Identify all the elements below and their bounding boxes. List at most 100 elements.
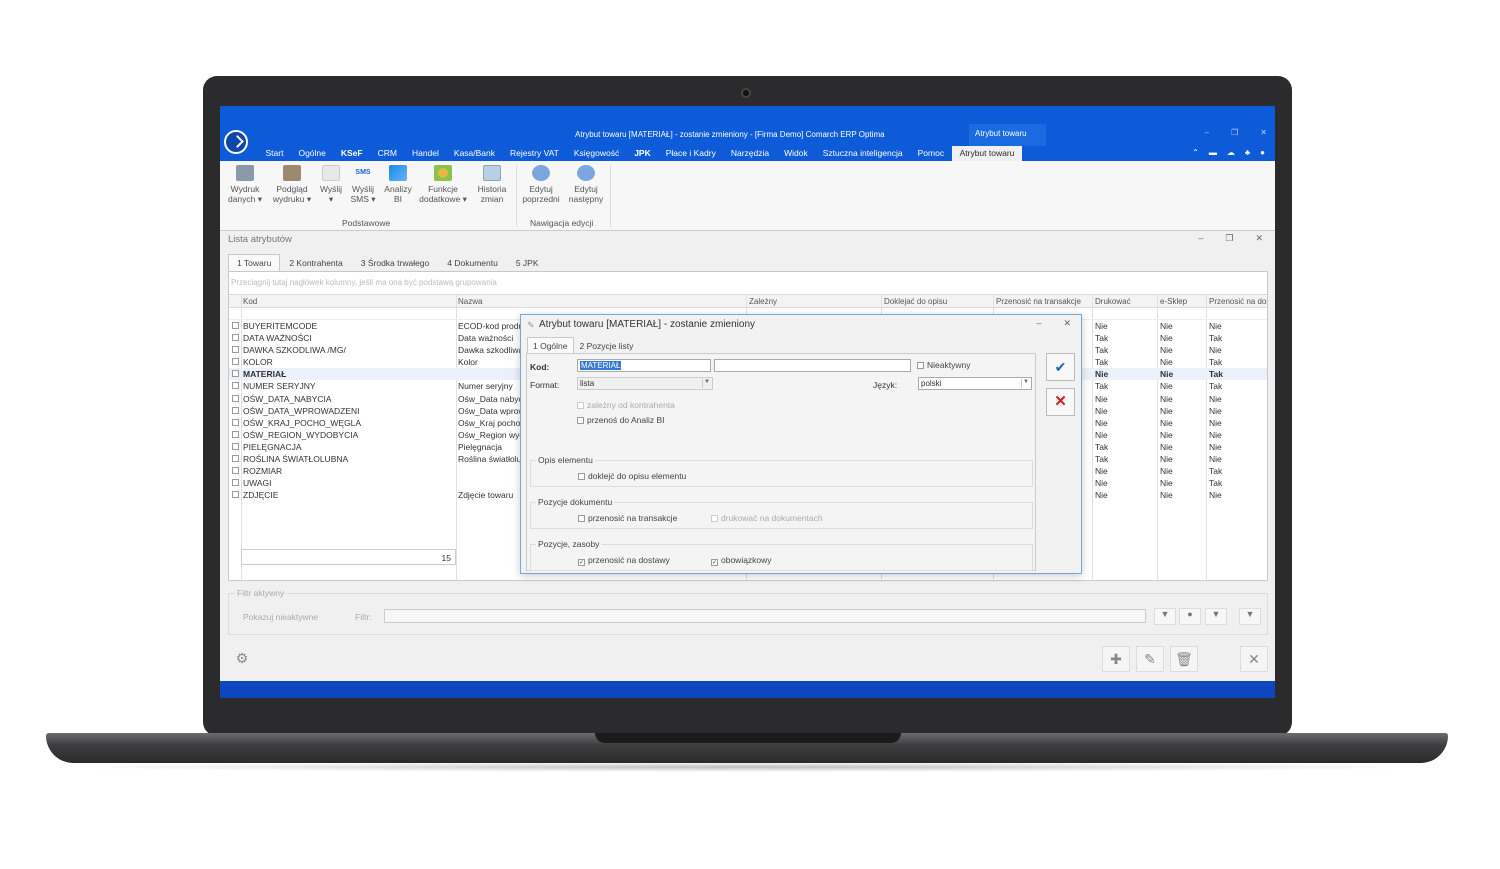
close-icon[interactable]: ✕ [1063,318,1071,329]
depends-on-contractor-checkbox[interactable]: zależny od kontrahenta [577,400,675,410]
cell-drukowac: Nie [1095,417,1108,428]
row-checkbox[interactable] [232,467,239,475]
menu-ogolne[interactable]: Ogólne [291,148,333,161]
row-checkbox[interactable] [232,455,239,463]
message-icon[interactable]: ▬ [1209,148,1217,157]
menu-pomoc[interactable]: Pomoc [910,148,951,161]
column-header-nazwa[interactable]: Nazwa [458,297,518,306]
filter-panel: Filtr aktywny Pokazuj nieaktywne Filtr: … [228,588,1268,635]
minimize-icon[interactable]: – [1205,128,1209,137]
edit-next-button[interactable]: Edytuj następny [566,165,606,204]
print-data-button[interactable]: Wydruk danych ▾ [226,165,264,204]
row-checkbox[interactable] [232,322,239,329]
restore-icon[interactable]: ❐ [1231,128,1238,137]
print-on-documents-checkbox[interactable]: drukować na dokumentach [711,513,823,523]
row-checkbox[interactable] [232,382,239,390]
show-inactive-checkbox[interactable]: Pokazuj nieaktywne [243,612,318,622]
filter-advanced-icon[interactable]: ▼ [1239,608,1261,625]
row-checkbox[interactable] [232,491,239,499]
menu-rejestry-vat[interactable]: Rejestry VAT [503,148,567,161]
edit-previous-button[interactable]: Edytuj poprzedni [520,165,562,204]
edit-button[interactable]: ✎ [1136,646,1164,672]
menu-kasa-bank[interactable]: Kasa/Bank [446,148,502,161]
row-checkbox[interactable] [232,358,239,366]
minimize-icon[interactable]: – [1036,318,1041,329]
filter-icon[interactable]: ▼ [1154,608,1176,625]
column-header-esklep[interactable]: e-Sklep [1160,297,1205,306]
add-button[interactable]: ✚ [1102,646,1130,672]
column-header-doklejac[interactable]: Doklejać do opisu [884,297,989,306]
column-header-drukowac[interactable]: Drukować [1095,297,1155,306]
close-list-button[interactable]: ✕ [1240,646,1268,672]
restore-icon[interactable]: ❐ [1225,233,1233,244]
menu-place-kadry[interactable]: Płace i Kadry [658,148,723,161]
checkbox-box [578,515,585,522]
tab-dokumentu[interactable]: 4 Dokumentu [438,254,507,272]
eraser-icon[interactable]: ● [1179,608,1201,625]
language-label: Język: [873,380,898,390]
analytics-bi-button[interactable]: Analizy BI [383,165,413,204]
menu-crm[interactable]: CRM [370,148,404,161]
tab-jpk[interactable]: 5 JPK [507,254,548,272]
menu-ai[interactable]: Sztuczna inteligencja [815,148,910,161]
tab-srodka-trwalego[interactable]: 3 Środka trwałego [352,254,439,272]
row-checkbox[interactable] [232,406,239,414]
menu-atrybut-towaru[interactable]: Atrybut towaru [951,146,1023,161]
format-select[interactable]: lista ▼ [577,377,713,390]
cell-dostawy: Nie [1209,454,1222,465]
menu-widok[interactable]: Widok [777,148,816,161]
menu-handel[interactable]: Handel [404,148,446,161]
collapse-ribbon-icon[interactable]: ⌃ [1192,148,1199,157]
menu-start[interactable]: Start [258,148,291,161]
column-header-kod[interactable]: Kod [243,297,453,306]
history-button[interactable]: Historia zmian [475,165,509,204]
menu-narzedzia[interactable]: Narzędzia [723,148,776,161]
row-checkbox[interactable] [232,334,239,342]
kod-description-input[interactable] [714,359,911,372]
close-icon[interactable]: ✕ [1260,128,1267,137]
append-description-checkbox[interactable]: doklejć do opisu elementu [578,471,686,481]
plant-icon[interactable]: ♣ [1245,148,1250,157]
transfer-transactions-checkbox[interactable]: przenosić na transakcje [578,513,677,523]
row-checkbox[interactable] [232,430,239,438]
additional-functions-button[interactable]: Funkcje dodatkowe ▾ [418,165,468,204]
cell-dostawy: Nie [1209,490,1222,501]
mandatory-checkbox[interactable]: ✓ obowiązkowy [711,555,772,566]
row-checkbox[interactable] [232,370,239,378]
tab-kontrahenta[interactable]: 2 Kontrahenta [280,254,351,272]
row-checkbox[interactable] [232,394,239,402]
send-sms-button[interactable]: SMS Wyślij SMS ▾ [349,165,377,204]
tab-towaru[interactable]: 1 Towaru [228,254,281,272]
kod-input[interactable]: MATERIAŁ [577,359,711,372]
send-button[interactable]: Wyślij ▾ [318,165,344,204]
row-checkbox[interactable] [232,418,239,426]
column-header-transakcje[interactable]: Przenosić na transakcje [996,297,1091,306]
column-header-dostawy[interactable]: Przenosić na dostawy [1209,297,1267,306]
menu-ksiegowosc[interactable]: Księgowość [566,148,626,161]
row-checkbox[interactable] [232,479,239,487]
cell-drukowac: Nie [1095,321,1108,331]
app-logo-icon[interactable] [224,130,248,154]
checkbox-checked-icon: ✓ [578,559,585,566]
column-header-zalezny[interactable]: Zależny [749,297,879,306]
menu-ksef[interactable]: KSeF [333,148,370,161]
row-checkbox[interactable] [232,346,239,354]
bi-analysis-checkbox[interactable]: przenoś do Analiz BI [577,415,665,425]
minimize-icon[interactable]: – [1198,233,1203,244]
close-icon[interactable]: ✕ [1255,233,1263,244]
cancel-button[interactable]: ✕ [1046,388,1075,416]
filter-clear-icon[interactable]: ▼ [1205,608,1227,625]
chat-icon[interactable]: ● [1260,148,1265,157]
cell-dostawy: Nie [1209,429,1222,440]
transfer-deliveries-checkbox[interactable]: ✓ przenosić na dostawy [578,555,670,566]
delete-button[interactable]: 🗑 [1170,646,1198,672]
print-preview-button[interactable]: Podgląd wydruku ▾ [270,165,314,204]
cloud-icon[interactable]: ☁ [1227,148,1235,157]
inactive-checkbox[interactable]: Nieaktywny [917,360,970,370]
menu-jpk[interactable]: JPK [627,148,659,161]
filter-input[interactable] [384,609,1146,623]
tools-icon[interactable]: ⚙ [228,646,256,672]
save-button[interactable]: ✔ [1046,353,1075,381]
row-checkbox[interactable] [232,442,239,450]
language-select[interactable]: polski ▼ [918,377,1032,390]
